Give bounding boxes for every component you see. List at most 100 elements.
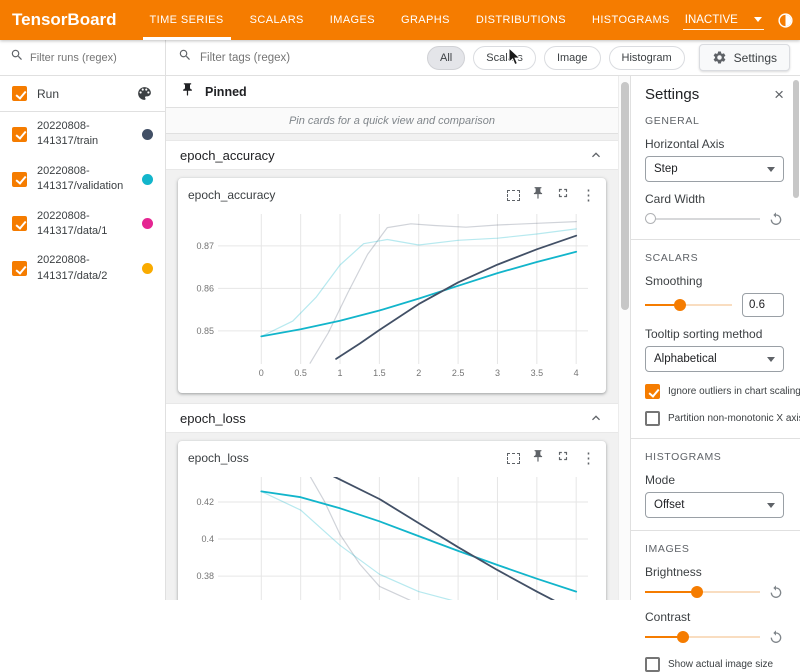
palette-icon[interactable]	[136, 85, 153, 102]
chevron-up-icon[interactable]	[588, 410, 604, 426]
tag-filter-input[interactable]	[200, 52, 419, 64]
svg-text:0.5: 0.5	[294, 368, 307, 378]
histogram-mode-label: Mode	[645, 473, 784, 487]
svg-text:0.4: 0.4	[201, 534, 214, 544]
chevron-down-icon	[767, 503, 775, 508]
chip-all[interactable]: All	[427, 46, 465, 70]
svg-text:0.42: 0.42	[196, 497, 214, 507]
images-section-header: IMAGES	[645, 543, 784, 555]
tooltip-sorting-select[interactable]: Alphabetical	[645, 346, 784, 372]
divider	[631, 239, 800, 240]
tab-time-series[interactable]: TIME SERIES	[137, 0, 237, 40]
brightness-slider[interactable]	[645, 585, 760, 599]
pinned-section-header[interactable]: Pinned	[166, 76, 618, 108]
smoothing-slider[interactable]	[645, 298, 732, 312]
slider-thumb[interactable]	[645, 213, 656, 224]
fullscreen-icon[interactable]	[556, 449, 570, 468]
tooltip-sorting-value: Alphabetical	[654, 353, 717, 365]
tab-graphs[interactable]: GRAPHS	[388, 0, 463, 40]
horizontal-axis-value: Step	[654, 163, 678, 175]
card-actions: ⋮	[507, 449, 596, 468]
svg-text:1: 1	[338, 368, 343, 378]
run-color-dot	[142, 218, 153, 229]
tab-distributions[interactable]: DISTRIBUTIONS	[463, 0, 579, 40]
reset-icon[interactable]	[768, 584, 784, 600]
histogram-mode-select[interactable]: Offset	[645, 492, 784, 518]
more-options-icon[interactable]: ⋮	[581, 188, 596, 203]
tab-images[interactable]: IMAGES	[317, 0, 388, 40]
epoch-loss-chart[interactable]: 00.511.522.533.540.360.380.40.42	[188, 471, 596, 600]
app-logo[interactable]: TensorBoard	[0, 10, 137, 30]
settings-button-label: Settings	[734, 51, 777, 65]
section-header-epoch-accuracy[interactable]: epoch_accuracy	[166, 140, 618, 170]
main-scrollbar[interactable]	[618, 76, 630, 600]
chip-histogram[interactable]: Histogram	[609, 46, 685, 70]
card-width-slider[interactable]	[645, 212, 760, 226]
slider-thumb[interactable]	[674, 299, 686, 311]
fullscreen-icon[interactable]	[556, 186, 570, 205]
settings-panel-header: Settings ×	[645, 86, 784, 103]
run-row: 20220808-141317/data/2	[0, 246, 165, 291]
contrast-slider[interactable]	[645, 630, 760, 644]
runs-list: 20220808-141317/train20220808-141317/val…	[0, 112, 165, 291]
run-row: 20220808-141317/data/1	[0, 202, 165, 247]
runs-filter-input[interactable]	[30, 52, 155, 64]
tab-scalars[interactable]: SCALARS	[237, 0, 317, 40]
section-header-epoch-loss[interactable]: epoch_loss	[166, 403, 618, 433]
checkbox-icon[interactable]	[645, 384, 660, 399]
settings-scrollbar[interactable]	[792, 76, 800, 600]
ignore-outliers-checkbox-row[interactable]: Ignore outliers in chart scaling	[645, 384, 784, 399]
pin-card-icon[interactable]	[531, 186, 545, 205]
settings-button[interactable]: Settings	[699, 44, 790, 71]
run-name: 20220808-141317/data/1	[37, 209, 107, 240]
run-checkbox[interactable]	[12, 127, 27, 142]
settings-scrollbar-thumb[interactable]	[793, 80, 799, 198]
partition-x-axis-checkbox-row[interactable]: Partition non-monotonic X axis i	[645, 411, 784, 426]
checkbox-icon[interactable]	[645, 411, 660, 426]
status-dropdown[interactable]: INACTIVE	[683, 11, 764, 30]
horizontal-axis-select[interactable]: Step	[645, 156, 784, 182]
run-row: 20220808-141317/validation	[0, 157, 165, 202]
svg-text:0.86: 0.86	[196, 283, 214, 293]
contrast-theme-icon[interactable]	[777, 11, 795, 29]
select-all-runs-checkbox[interactable]	[12, 86, 27, 101]
card-actions: ⋮	[507, 186, 596, 205]
more-options-icon[interactable]: ⋮	[581, 451, 596, 466]
main-scrollbar-thumb[interactable]	[621, 82, 629, 310]
horizontal-axis-label: Horizontal Axis	[645, 137, 784, 151]
chip-scalars[interactable]: Scalars	[473, 46, 536, 70]
smoothing-input[interactable]	[742, 293, 784, 317]
pinned-empty-message: Pin cards for a quick view and compariso…	[166, 108, 618, 134]
pinned-title: Pinned	[205, 85, 247, 99]
tab-histograms[interactable]: HISTOGRAMS	[579, 0, 683, 40]
chip-image[interactable]: Image	[544, 46, 601, 70]
line-chart-plot[interactable]: 00.511.522.533.540.360.380.40.42	[188, 471, 596, 600]
chevron-down-icon	[754, 17, 762, 22]
run-row: 20220808-141317/train	[0, 112, 165, 157]
runs-sidebar: Run 20220808-141317/train20220808-141317…	[0, 40, 166, 600]
pin-card-icon[interactable]	[531, 449, 545, 468]
fit-domain-icon[interactable]	[507, 453, 520, 464]
chevron-up-icon[interactable]	[588, 147, 604, 163]
checkbox-icon[interactable]	[645, 657, 660, 672]
divider	[631, 438, 800, 439]
run-checkbox[interactable]	[12, 261, 27, 276]
reset-icon[interactable]	[768, 629, 784, 645]
close-icon[interactable]: ×	[774, 86, 784, 103]
run-checkbox[interactable]	[12, 172, 27, 187]
header-controls: INACTIVE ?	[683, 11, 800, 30]
epoch-accuracy-chart[interactable]: 00.511.522.533.540.850.860.87	[188, 208, 596, 385]
fit-domain-icon[interactable]	[507, 190, 520, 201]
slider-thumb[interactable]	[691, 586, 703, 598]
card-title: epoch_accuracy	[188, 188, 275, 202]
line-chart-plot[interactable]: 00.511.522.533.540.850.860.87	[188, 208, 596, 380]
slider-thumb[interactable]	[677, 631, 689, 643]
scalar-card-epoch-loss: epoch_loss ⋮ 00.511.522.533.540.360.380.…	[178, 441, 606, 600]
reset-icon[interactable]	[768, 211, 784, 227]
run-checkbox[interactable]	[12, 216, 27, 231]
svg-text:0.85: 0.85	[196, 326, 214, 336]
brightness-row	[645, 584, 784, 600]
show-actual-image-size-checkbox-row[interactable]: Show actual image size	[645, 657, 784, 672]
search-icon	[178, 48, 192, 67]
card-width-label: Card Width	[645, 192, 784, 206]
